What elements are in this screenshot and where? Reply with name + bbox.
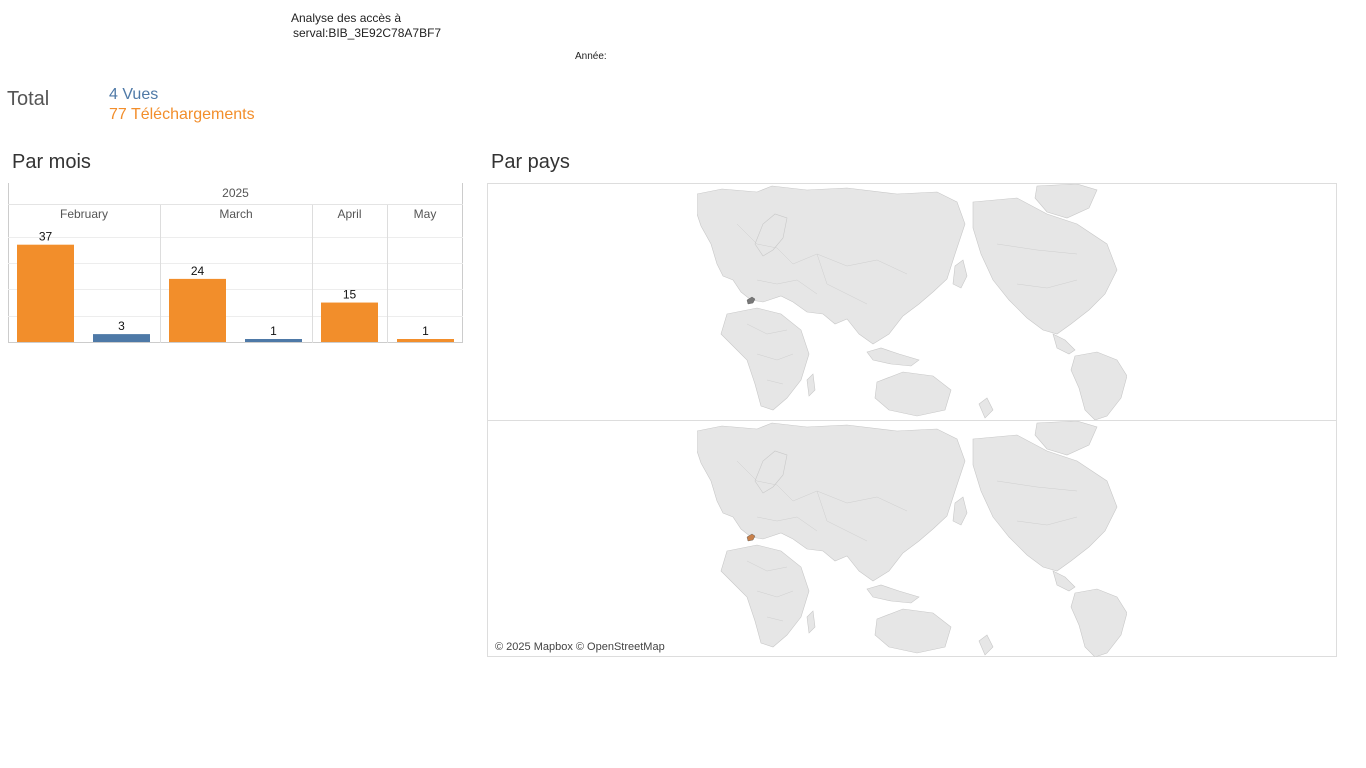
chart-month-label: March bbox=[219, 207, 252, 221]
bar-april-downloads bbox=[321, 302, 378, 342]
map-landmass bbox=[874, 371, 952, 417]
map-landmass bbox=[952, 496, 968, 526]
page-title-line2: serval:BIB_3E92C78A7BF7 bbox=[293, 26, 442, 40]
map-landmass bbox=[866, 584, 920, 604]
map-landmass bbox=[1052, 333, 1076, 355]
bar-may-downloads bbox=[397, 339, 454, 342]
section-title-by-country: Par pays bbox=[491, 151, 570, 173]
chart-year-label: 2025 bbox=[222, 186, 249, 200]
bar-data-label: 1 bbox=[270, 324, 277, 338]
map-landmass bbox=[1052, 570, 1076, 592]
map-landmass bbox=[978, 397, 994, 419]
bar-february-downloads bbox=[17, 244, 74, 342]
bar-march-views bbox=[245, 339, 302, 342]
page-title-line1: Analyse des accès à bbox=[291, 11, 402, 25]
map-landmass bbox=[1070, 351, 1127, 420]
year-filter-label[interactable]: Année: bbox=[575, 51, 607, 62]
bar-february-views bbox=[93, 334, 150, 342]
chart-month-label: April bbox=[337, 207, 361, 221]
map-landmass bbox=[978, 634, 994, 656]
bar-data-label: 3 bbox=[118, 319, 125, 333]
downloads-map[interactable] bbox=[488, 421, 1336, 657]
page-title: Analyse des accès à serval:BIB_3E92C78A7… bbox=[291, 11, 441, 41]
chart-month-label: May bbox=[414, 207, 437, 221]
total-views: 4 Vues bbox=[109, 86, 159, 103]
bar-data-label: 1 bbox=[422, 324, 429, 338]
world-map-views bbox=[697, 184, 1127, 420]
map-landmass bbox=[972, 197, 1118, 335]
chart-month-label: February bbox=[60, 207, 108, 221]
bar-march-downloads bbox=[169, 278, 226, 342]
bar-data-label: 37 bbox=[39, 230, 53, 244]
map-attribution: © 2025 Mapbox © OpenStreetMap bbox=[495, 641, 665, 653]
map-landmass bbox=[874, 608, 952, 654]
bar-data-label: 15 bbox=[343, 288, 357, 302]
map-landmass bbox=[952, 259, 968, 289]
total-downloads: 77 Téléchargements bbox=[109, 106, 255, 123]
map-landmass bbox=[866, 347, 920, 367]
total-label: Total bbox=[7, 88, 50, 110]
map-landmass bbox=[972, 434, 1118, 572]
monthly-bar-chart[interactable]: 2025 February March April May 37 3 24 1 15 1 bbox=[8, 183, 463, 343]
dashboard: Analyse des accès à serval:BIB_3E92C78A7… bbox=[0, 0, 1366, 768]
map-landmass bbox=[806, 373, 816, 397]
map-landmass bbox=[720, 544, 810, 648]
map-landmass bbox=[806, 610, 816, 634]
section-title-by-month: Par mois bbox=[12, 151, 91, 173]
views-map[interactable] bbox=[488, 184, 1336, 421]
map-landmass bbox=[720, 307, 810, 411]
map-landmass bbox=[1070, 588, 1127, 657]
bar-data-label: 24 bbox=[191, 264, 205, 278]
bar-chart-svg: 2025 February March April May 37 3 24 1 15 1 bbox=[8, 183, 463, 343]
world-map-downloads bbox=[697, 421, 1127, 657]
country-map-panel[interactable]: © 2025 Mapbox © OpenStreetMap bbox=[487, 183, 1337, 657]
